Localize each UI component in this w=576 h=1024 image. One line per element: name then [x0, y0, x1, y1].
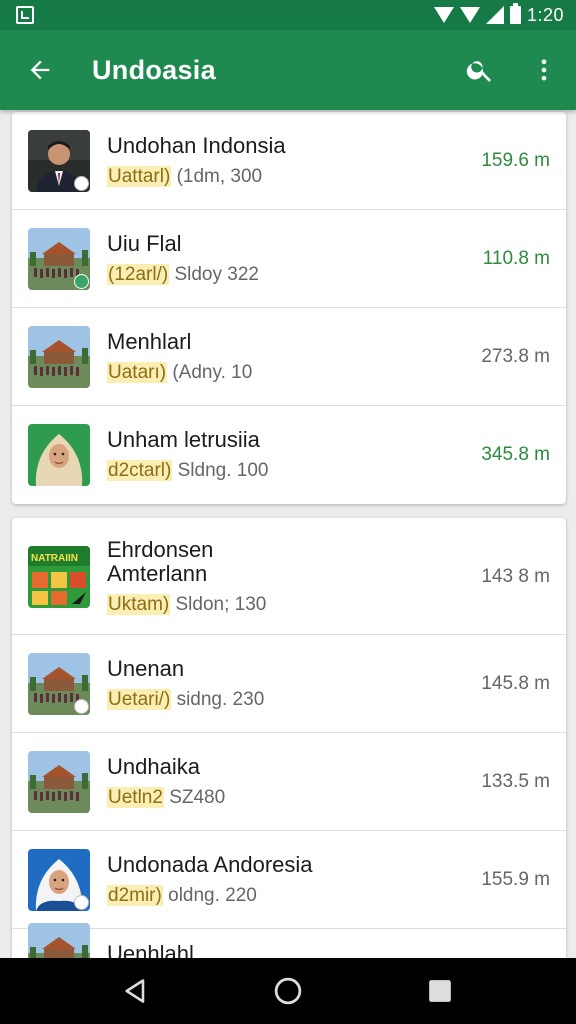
highlight-text: Uetln2 [107, 787, 164, 808]
list-item-title: Ehrdonsen [107, 536, 214, 562]
status-time: 1:20 [526, 4, 564, 25]
distance-label: 145.8 m [481, 673, 550, 694]
list-item[interactable]: Unham letrusiia d2ctarl) Sldng. 100 345.8 … [12, 406, 566, 503]
list-item-subtitle: d2ctarl) Sldng. 100 [107, 459, 446, 482]
badge-icon [74, 274, 89, 289]
arrow-back-icon [30, 60, 50, 80]
list-item-subtitle: Uatarı) (Adny. 10 [107, 362, 446, 384]
subtitle-text: Sldon; 130 [170, 593, 267, 615]
distance-label: 155.9 m [481, 869, 550, 890]
list-item[interactable]: Undonada Andoresia d2mir) oldng. 220 155.9… [12, 831, 566, 929]
notification-icon [16, 6, 34, 24]
subtitle-text: Sldoy 322 [169, 264, 259, 285]
distance-label: 143 8 m [481, 565, 550, 587]
battery-icon [509, 3, 521, 24]
highlight-text: Uatarı) [107, 362, 168, 383]
list-item-title: Undhaika [107, 754, 200, 779]
list-item[interactable]: Menhlarl Uatarı) (Adny. 10 273.8 m [12, 308, 566, 406]
list-item[interactable]: Uiu Flal (12arl/) Sldoy 322 110.8 m [12, 210, 566, 308]
badge-icon [74, 699, 89, 714]
highlight-text: d2mir) [107, 885, 163, 906]
list-item-subtitle: Uetln2 SZ480 [107, 787, 446, 809]
square-recents-icon [429, 980, 451, 1002]
list-item-thumbnail [28, 130, 90, 192]
list-item-thumbnail [28, 423, 90, 486]
list-item-title: Undohan Indonsia [107, 133, 286, 158]
svg-text:NATRAIIN: NATRAIIN [31, 553, 78, 564]
list-item[interactable]: NATRAIIN Ehrdonsen Amterlann Uktam) Sldon; … [12, 518, 566, 635]
triangle-back-icon [125, 979, 145, 1003]
results-list: Undohan Indonsia Uattarl) (1dm, 300 159.6 … [0, 110, 576, 958]
list-item-title: Unham letrusiia [107, 426, 260, 452]
list-item-subtitle: d2mir) oldng. 220 [107, 885, 446, 907]
page-title: Undoasia [92, 54, 216, 85]
subtitle-text: (Adny. 10 [167, 362, 253, 383]
badge-icon [74, 176, 89, 191]
wifi-icon [433, 7, 454, 23]
wifi-icon-2 [459, 7, 480, 23]
highlight-text: Uattarl) [107, 166, 172, 187]
list-item-thumbnail [28, 228, 90, 290]
list-item-thumbnail [28, 653, 90, 715]
list-item-thumbnail [28, 751, 90, 813]
list-item-thumbnail [28, 922, 90, 958]
distance-label: 345.8 m [481, 443, 550, 465]
status-bar: 1:20 [0, 0, 576, 30]
subtitle-text: sidng. 230 [171, 689, 265, 710]
distance-label: 133.5 m [481, 771, 550, 792]
list-item-subtitle: Uktam) Sldon; 130 [107, 593, 446, 616]
highlight-text: Uetari/) [107, 689, 172, 710]
search-button[interactable] [448, 30, 512, 110]
more-vert-icon [541, 59, 547, 81]
list-item-title: Uiu Flal [107, 231, 182, 256]
list-item-thumbnail [28, 849, 90, 911]
nav-recents-button[interactable] [410, 961, 470, 1021]
list-item-title: Menhlarl [107, 329, 192, 354]
distance-label: 159.6 m [481, 150, 550, 171]
highlight-text: d2ctarl) [107, 459, 173, 481]
circle-home-icon [274, 977, 302, 1005]
list-item[interactable]: Uenhlahl [12, 922, 566, 958]
results-card-1: Undohan Indonsia Uattarl) (1dm, 300 159.6 … [12, 112, 566, 504]
list-item-subtitle: Uattarl) (1dm, 300 [107, 166, 446, 188]
results-card-2: NATRAIIN Ehrdonsen Amterlann Uktam) Sldon; … [12, 518, 566, 958]
list-item-subtitle: (12arl/) Sldoy 322 [107, 264, 446, 286]
list-item-title: Undonada Andoresia [107, 852, 313, 877]
signal-icon [485, 6, 504, 24]
list-item-title-line2: Amterlann [107, 560, 208, 586]
subtitle-text: oldng. 220 [162, 885, 257, 906]
list-item[interactable]: Unenan Uetari/) sidng. 230 145.8 m [12, 635, 566, 733]
back-button[interactable] [0, 30, 80, 110]
list-item-title: Uenhlahl [107, 940, 194, 958]
search-icon [466, 61, 491, 82]
list-item-thumbnail: NATRAIIN [28, 545, 90, 608]
subtitle-text: (1dm, 300 [171, 166, 263, 187]
subtitle-text: SZ480 [163, 787, 226, 808]
system-nav-bar [0, 958, 576, 1024]
list-item[interactable]: Undohan Indonsia Uattarl) (1dm, 300 159.6 … [12, 112, 566, 210]
highlight-text: (12arl/) [107, 264, 170, 285]
distance-label: 110.8 m [482, 248, 550, 269]
distance-label: 273.8 m [481, 346, 550, 367]
app-bar: Undoasia [0, 30, 576, 110]
list-item-subtitle: Uetari/) sidng. 230 [107, 689, 446, 711]
badge-icon [74, 895, 89, 910]
subtitle-text: Sldng. 100 [172, 459, 269, 481]
highlight-text: Uktam) [107, 593, 171, 615]
more-options-button[interactable] [512, 30, 576, 110]
list-item-thumbnail [28, 326, 90, 388]
nav-home-button[interactable] [258, 961, 318, 1021]
nav-back-button[interactable] [106, 961, 166, 1021]
list-item-title: Unenan [107, 656, 185, 681]
list-item[interactable]: Undhaika Uetln2 SZ480 133.5 m [12, 733, 566, 831]
